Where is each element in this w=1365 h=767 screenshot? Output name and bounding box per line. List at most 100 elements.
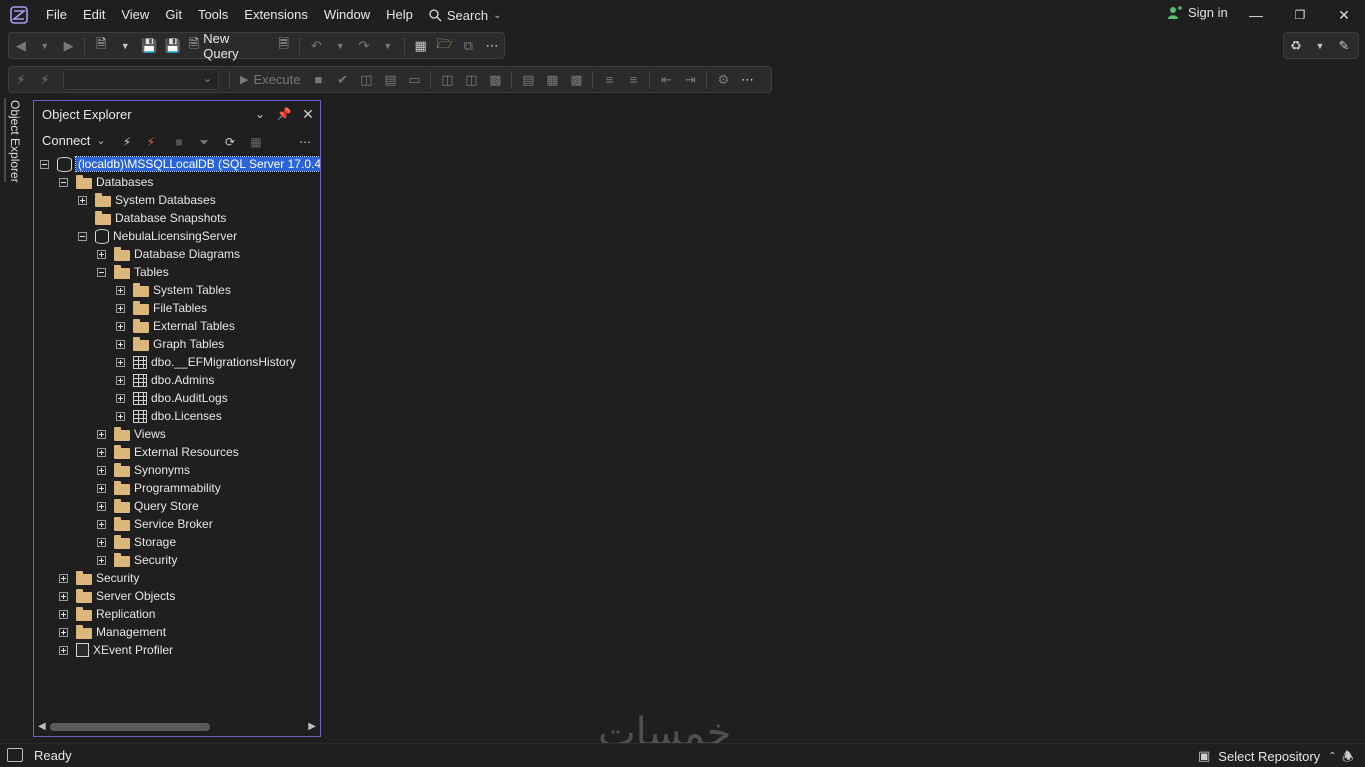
expand-icon[interactable] (116, 411, 125, 421)
scroll-left-icon[interactable]: ◀ (38, 721, 46, 732)
include-actual-plan-button[interactable]: ◫ (436, 69, 458, 91)
restore-button[interactable]: ❐ (1278, 0, 1322, 30)
registered-servers-button[interactable]: ⧉ (457, 35, 479, 57)
collapse-icon[interactable] (78, 231, 87, 241)
tree-node[interactable]: External Tables (116, 317, 235, 335)
tree-node[interactable]: External Resources (97, 443, 239, 461)
back-dropdown[interactable]: ▼ (34, 35, 56, 57)
connect-plug-button[interactable]: ⚡ (10, 69, 32, 91)
expand-icon[interactable] (59, 645, 68, 655)
sign-in-button[interactable]: Sign in (1167, 5, 1228, 20)
expand-icon[interactable] (116, 303, 125, 313)
expand-icon[interactable] (97, 465, 106, 475)
save-all-button[interactable]: 💾 (162, 35, 184, 57)
activity-monitor-button[interactable]: ▦ (410, 35, 432, 57)
output-window-icon[interactable] (7, 748, 23, 762)
expand-icon[interactable] (97, 519, 106, 529)
tree-node[interactable]: dbo.Licenses (116, 407, 222, 425)
available-databases-dropdown[interactable]: ⌄ (63, 69, 219, 90)
tree-node[interactable]: Programmability (97, 479, 221, 497)
tree-node[interactable]: Storage (97, 533, 176, 551)
expand-icon[interactable] (59, 573, 68, 583)
menu-help[interactable]: Help (378, 0, 421, 30)
tree-node[interactable]: Replication (59, 605, 155, 623)
auto-hide-button[interactable]: 📌 (275, 105, 293, 123)
tree-node[interactable]: Server Objects (59, 587, 175, 605)
forward-button[interactable]: ▶ (58, 35, 80, 57)
undo-button[interactable]: ↶ (305, 35, 327, 57)
tree-node[interactable]: NebulaLicensingServer (78, 227, 237, 245)
results-to-grid-button[interactable]: ▦ (541, 69, 563, 91)
comment-button[interactable]: ≡ (598, 69, 620, 91)
display-estimated-plan-button[interactable]: ◫ (355, 69, 377, 91)
tree-node[interactable]: dbo.__EFMigrationsHistory (116, 353, 296, 371)
notifications-icon[interactable]: 🕭 (1342, 748, 1354, 767)
expand-icon[interactable] (97, 555, 106, 565)
menu-view[interactable]: View (113, 0, 157, 30)
copilot-button[interactable]: ♻ (1285, 35, 1307, 57)
parse-button[interactable]: ✔ (331, 69, 353, 91)
menu-window[interactable]: Window (316, 0, 378, 30)
tree-node[interactable]: XEvent Profiler (59, 641, 173, 659)
new-file-button[interactable]: 🗎 (90, 35, 112, 57)
change-connection-button[interactable]: ⚡ (34, 69, 56, 91)
refresh-button[interactable]: ⟳ (221, 133, 239, 151)
close-panel-button[interactable]: ✕ (299, 105, 317, 123)
collapse-icon[interactable] (97, 267, 106, 277)
expand-icon[interactable] (116, 357, 125, 367)
scroll-right-icon[interactable]: ▶ (308, 721, 316, 732)
tree-node[interactable]: Synonyms (97, 461, 190, 479)
back-button[interactable]: ◀ (10, 35, 32, 57)
search-menu[interactable]: Search ⌄ (421, 8, 510, 23)
collapse-icon[interactable] (40, 159, 49, 169)
expand-icon[interactable] (59, 591, 68, 601)
expand-icon[interactable] (78, 195, 87, 205)
expand-icon[interactable] (97, 483, 106, 493)
window-position-button[interactable]: ⌄ (251, 105, 269, 123)
stop-button[interactable]: ■ (170, 133, 188, 151)
execute-button[interactable]: ▶ Execute (234, 72, 306, 87)
specify-template-values-button[interactable]: ⚙ (712, 69, 734, 91)
results-to-file-button[interactable]: ▩ (565, 69, 587, 91)
menu-edit[interactable]: Edit (75, 0, 113, 30)
connect-object-explorer-button[interactable]: ⚡ (118, 133, 136, 151)
decrease-indent-button[interactable]: ⇤ (655, 69, 677, 91)
tree-node[interactable]: Databases (59, 173, 153, 191)
uncomment-button[interactable]: ≡ (622, 69, 644, 91)
disconnect-button[interactable]: ⚡ (142, 133, 160, 151)
sql-toolbar-more-button[interactable]: ⋯ (736, 69, 758, 91)
tree-node[interactable]: Service Broker (97, 515, 213, 533)
expand-icon[interactable] (116, 285, 125, 295)
connect-button[interactable]: Connect ⌄ (42, 133, 106, 148)
expand-icon[interactable] (97, 429, 106, 439)
cancel-query-button[interactable]: ■ (307, 69, 329, 91)
tree-node[interactable]: Database Snapshots (78, 209, 226, 227)
expand-icon[interactable] (97, 447, 106, 457)
client-statistics-button[interactable]: ▩ (484, 69, 506, 91)
expand-icon[interactable] (59, 609, 68, 619)
expand-icon[interactable] (116, 393, 125, 403)
horizontal-scrollbar[interactable]: ◀ ▶ (38, 721, 316, 733)
database-engine-query-button[interactable]: 🗏 (273, 35, 295, 57)
tree-node[interactable]: System Tables (116, 281, 231, 299)
menu-file[interactable]: File (38, 0, 75, 30)
close-window-button[interactable]: ✕ (1322, 0, 1365, 30)
expand-icon[interactable] (97, 249, 106, 259)
expand-icon[interactable] (116, 339, 125, 349)
oe-more-button[interactable]: ⋯ (296, 133, 314, 151)
expand-icon[interactable] (97, 501, 106, 511)
menu-git[interactable]: Git (157, 0, 190, 30)
tree-node[interactable]: Security (97, 551, 177, 569)
save-button[interactable]: 💾 (138, 35, 160, 57)
toolbar-more-button[interactable]: ⋯ (481, 35, 503, 57)
tree-node[interactable]: Management (59, 623, 166, 641)
expand-icon[interactable] (97, 537, 106, 547)
tree-node[interactable]: Security (59, 569, 139, 587)
select-repository-button[interactable]: ▣ Select Repository ⌃ (1198, 748, 1337, 764)
tree-node[interactable]: dbo.Admins (116, 371, 214, 389)
minimize-button[interactable]: — (1234, 0, 1278, 30)
tree-node[interactable]: Query Store (97, 497, 199, 515)
tree-node[interactable]: Views (97, 425, 166, 443)
tree-node[interactable]: System Databases (78, 191, 216, 209)
filter-button[interactable]: ⏷ (195, 133, 213, 151)
